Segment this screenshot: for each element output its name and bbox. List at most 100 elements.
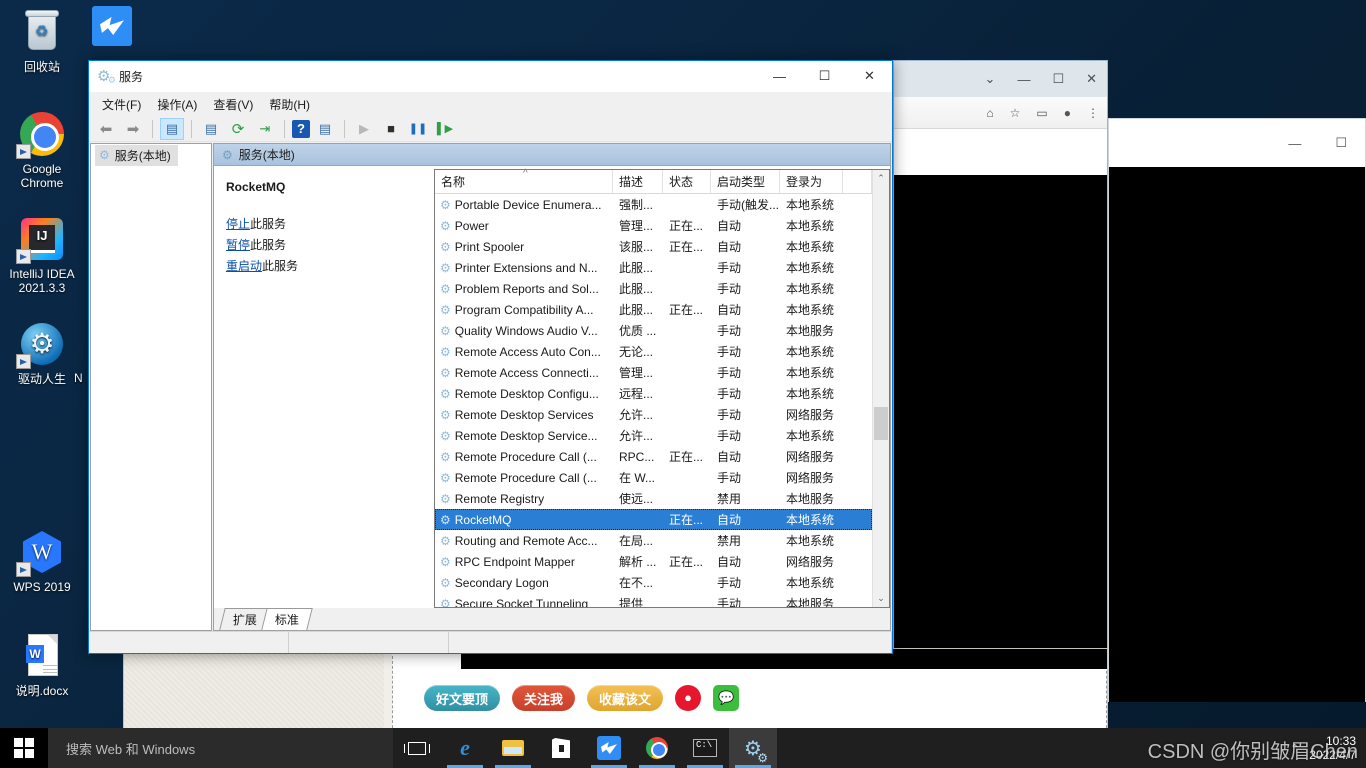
desktop-icon-shuoming-docx[interactable]: 说明.docx xyxy=(4,632,80,698)
close-icon[interactable]: ✕ xyxy=(1086,71,1097,87)
table-row[interactable]: ⚙Print Spooler该服...正在...自动本地系统 xyxy=(435,236,872,257)
services-gear-icon: ⚙ xyxy=(440,429,451,443)
scroll-up-arrow-icon[interactable]: ⌃ xyxy=(873,170,889,187)
help-button[interactable]: ? xyxy=(292,120,310,138)
table-row[interactable]: ⚙Printer Extensions and N...此服...手动本地系统 xyxy=(435,257,872,278)
desktop-icon-google-chrome[interactable]: Google Chrome xyxy=(4,110,80,190)
table-row[interactable]: ⚙Portable Device Enumera...强制...手动(触发...… xyxy=(435,194,872,215)
blog-follow-button[interactable]: 关注我 xyxy=(512,685,575,711)
table-row[interactable]: ⚙Remote Access Connecti...管理...手动本地系统 xyxy=(435,362,872,383)
table-row[interactable]: ⚙Remote Procedure Call (...在 W...手动网络服务 xyxy=(435,467,872,488)
blog-like-button[interactable]: 好文要顶 xyxy=(424,685,500,711)
services-list-pane[interactable]: 名称 ^ 描述 状态 启动类型 登录为 ⚙Portable Device xyxy=(434,169,890,608)
table-row[interactable]: ⚙Remote Registry使远...禁用本地服务 xyxy=(435,488,872,509)
show-hide-console-tree-button[interactable]: ▤ xyxy=(160,118,184,140)
chrome-button[interactable] xyxy=(633,728,681,768)
start-service-button[interactable]: ▶ xyxy=(352,118,376,140)
restart-service-button[interactable]: ▌▶ xyxy=(433,118,457,140)
notes-icon[interactable]: ▭ xyxy=(1036,106,1047,120)
table-row[interactable]: ⚙Routing and Remote Acc...在局...禁用本地系统 xyxy=(435,530,872,551)
show-action-pane-button[interactable]: ▤ xyxy=(313,118,337,140)
cell-logon: 本地服务 xyxy=(780,322,843,339)
chevron-down-icon[interactable]: ⌄ xyxy=(985,71,996,87)
clock[interactable]: 10:33 2022/4/7 xyxy=(1309,734,1356,762)
maximize-icon[interactable]: ☐ xyxy=(1052,71,1064,87)
table-row-selected[interactable]: ⚙RocketMQ正在...自动本地系统 xyxy=(435,509,872,530)
scroll-down-arrow-icon[interactable]: ⌄ xyxy=(873,590,889,607)
table-row[interactable]: ⚙Remote Desktop Configu...远程...手动本地系统 xyxy=(435,383,872,404)
minimize-button[interactable]: — xyxy=(757,61,802,91)
table-row[interactable]: ⚙Problem Reports and Sol...此服...手动本地系统 xyxy=(435,278,872,299)
more-icon[interactable]: ⋮ xyxy=(1087,106,1099,120)
wechat-icon[interactable] xyxy=(713,685,739,711)
close-button[interactable]: ✕ xyxy=(847,61,892,91)
show-hidden-icons-button[interactable]: ⌃ xyxy=(1290,742,1299,755)
services-list-scrollbar[interactable]: ⌃ ⌄ xyxy=(872,170,889,607)
command-prompt-button[interactable]: C:\ xyxy=(681,728,729,768)
column-header-description[interactable]: 描述 xyxy=(613,170,663,193)
home-icon[interactable]: ⌂ xyxy=(986,106,993,120)
search-input[interactable]: 搜索 Web 和 Windows xyxy=(48,728,393,768)
tab-standard[interactable]: 标准 xyxy=(261,608,313,630)
desktop-icon-intellij-idea[interactable]: IntelliJ IDEA 2021.3.3 xyxy=(4,215,80,295)
table-row[interactable]: ⚙Remote Desktop Services允许...手动网络服务 xyxy=(435,404,872,425)
edge-button[interactable]: e xyxy=(441,728,489,768)
maximize-button[interactable]: ☐ xyxy=(802,61,847,91)
services-gear-icon: ⚙ xyxy=(440,282,451,296)
menu-view[interactable]: 查看(V) xyxy=(206,93,260,116)
stop-service-link[interactable]: 停止 xyxy=(226,217,250,231)
tree-item-services-local[interactable]: ⚙ 服务(本地) xyxy=(95,145,178,166)
minimize-icon[interactable]: — xyxy=(1288,136,1301,151)
column-header-filler xyxy=(843,170,872,193)
table-row[interactable]: ⚙Quality Windows Audio V...优质 ...手动本地服务 xyxy=(435,320,872,341)
star-icon[interactable]: ☆ xyxy=(1010,106,1021,120)
console-tree-pane[interactable]: ⚙ 服务(本地) xyxy=(90,143,212,631)
file-explorer-button[interactable] xyxy=(489,728,537,768)
background-window-2[interactable]: — ☐ xyxy=(1108,118,1366,702)
export-list-button[interactable]: ⇥ xyxy=(253,118,277,140)
column-header-log-on-as[interactable]: 登录为 xyxy=(780,170,843,193)
column-header-name[interactable]: 名称 ^ xyxy=(435,170,613,193)
weibo-icon[interactable] xyxy=(675,685,701,711)
blue-bird-app-button[interactable] xyxy=(585,728,633,768)
table-row[interactable]: ⚙Secondary Logon在不...手动本地系统 xyxy=(435,572,872,593)
menu-help[interactable]: 帮助(H) xyxy=(262,93,317,116)
blog-favorite-button[interactable]: 收藏该文 xyxy=(587,685,663,711)
properties-button[interactable]: ▤ xyxy=(199,118,223,140)
stop-service-button[interactable]: ■ xyxy=(379,118,403,140)
search-placeholder: 搜索 Web 和 Windows xyxy=(66,739,195,758)
minimize-icon[interactable]: — xyxy=(1017,72,1030,87)
pause-service-link[interactable]: 暂停 xyxy=(226,238,250,252)
table-row[interactable]: ⚙Remote Procedure Call (...RPC...正在...自动… xyxy=(435,446,872,467)
blog-page-window[interactable]: 好文要顶 关注我 收藏该文 xyxy=(123,648,1108,734)
forward-button[interactable]: ➡ xyxy=(121,118,145,140)
start-button[interactable] xyxy=(0,728,48,768)
column-header-startup-type[interactable]: 启动类型 xyxy=(711,170,780,193)
table-row[interactable]: ⚙Remote Desktop Service...允许...手动本地系统 xyxy=(435,425,872,446)
task-view-button[interactable] xyxy=(393,728,441,768)
profile-icon[interactable]: ● xyxy=(1064,106,1071,120)
restart-service-link[interactable]: 重启动 xyxy=(226,259,262,273)
services-button[interactable]: ⚙ xyxy=(729,728,777,768)
desktop-icon-wps-2019[interactable]: WPS 2019 xyxy=(4,528,80,594)
store-button[interactable] xyxy=(537,728,585,768)
table-row[interactable]: ⚙Secure Socket Tunneling提供手动本地服务 xyxy=(435,593,872,607)
menu-action[interactable]: 操作(A) xyxy=(150,93,204,116)
desktop-icon-recycle-bin[interactable]: ♻ 回收站 xyxy=(4,8,80,74)
desktop-pinned-bird-app-icon[interactable] xyxy=(92,6,132,46)
console-tree-root-row[interactable]: ⚙ 服务(本地) xyxy=(91,144,211,166)
table-row[interactable]: ⚙RPC Endpoint Mapper解析 ...正在...自动网络服务 xyxy=(435,551,872,572)
column-header-status[interactable]: 状态 xyxy=(663,170,711,193)
table-row[interactable]: ⚙Power管理...正在...自动本地系统 xyxy=(435,215,872,236)
table-row[interactable]: ⚙Remote Access Auto Con...无论...手动本地系统 xyxy=(435,341,872,362)
pause-service-button[interactable]: ❚❚ xyxy=(406,118,430,140)
menu-file[interactable]: 文件(F) xyxy=(95,93,148,116)
background-browser-window[interactable]: ⌄ — ☐ ✕ ⌂ ☆ ▭ ● ⋮ xyxy=(893,60,1108,702)
refresh-button[interactable]: ⟳ xyxy=(226,118,250,140)
services-window[interactable]: ⚙ 服务 — ☐ ✕ 文件(F) 操作(A) 查看(V) 帮助(H) ⬅ ➡ ▤… xyxy=(88,60,893,654)
scrollbar-thumb[interactable] xyxy=(874,407,888,440)
back-button[interactable]: ⬅ xyxy=(94,118,118,140)
table-row[interactable]: ⚙Program Compatibility A...此服...正在...自动本… xyxy=(435,299,872,320)
desktop-icon-driver-life[interactable]: 驱动人生 xyxy=(4,320,80,386)
maximize-icon[interactable]: ☐ xyxy=(1335,135,1347,151)
